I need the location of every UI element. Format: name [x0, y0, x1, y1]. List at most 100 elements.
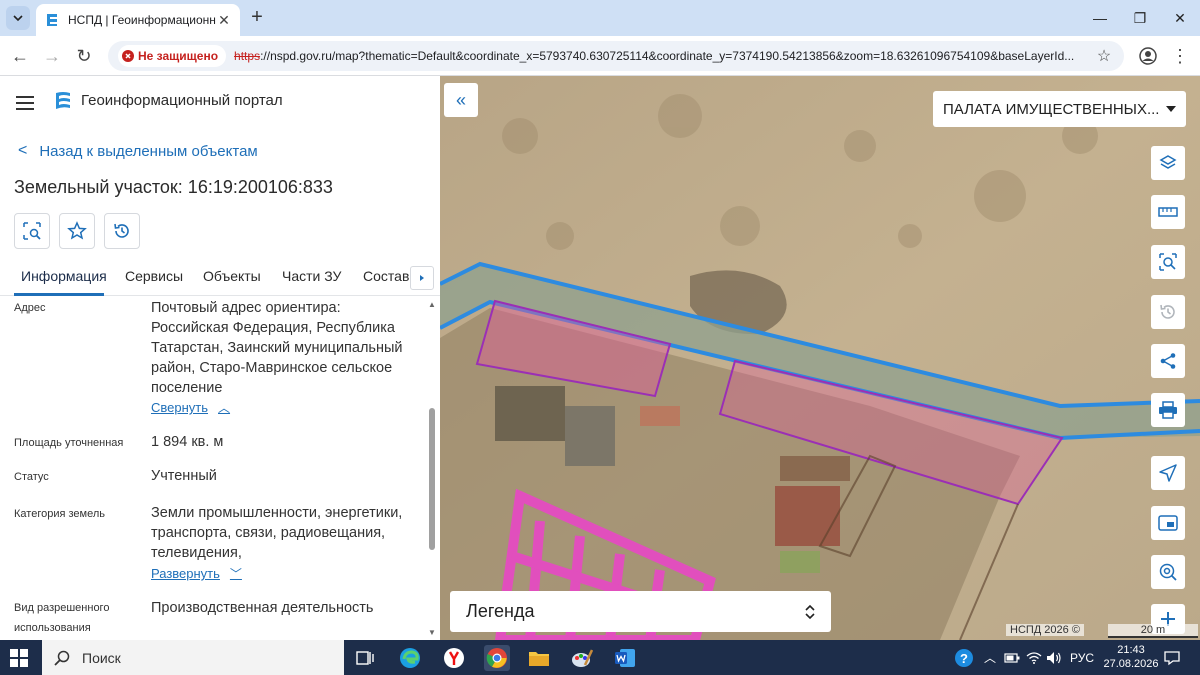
back-icon[interactable]: ←: [8, 44, 32, 68]
locate-icon: [1159, 464, 1177, 482]
status-value: Учтенный: [151, 468, 217, 484]
object-title: Земельный участок: 16:19:200106:833: [14, 177, 333, 197]
search-icon: [54, 650, 70, 666]
yandex-browser-icon[interactable]: [441, 645, 467, 671]
taskbar-search[interactable]: Поиск: [42, 640, 344, 675]
scroll-thumb[interactable]: [429, 408, 435, 550]
share-button[interactable]: [1151, 344, 1185, 378]
favorite-button[interactable]: [59, 213, 95, 249]
volume-icon[interactable]: [1046, 640, 1062, 675]
chrome-icon[interactable]: [484, 645, 510, 671]
battery-icon[interactable]: [1004, 640, 1020, 675]
task-view-icon[interactable]: [352, 645, 378, 671]
wifi-icon[interactable]: [1026, 640, 1042, 675]
zoom-to-object-button[interactable]: [14, 213, 50, 249]
edge-icon[interactable]: [397, 645, 423, 671]
collapse-panel-button[interactable]: «: [444, 83, 478, 117]
tab-title: НСПД | Геоинформационный: [68, 13, 216, 27]
browser-menu-icon[interactable]: ⋮: [1168, 44, 1192, 68]
expand-collapse-icon[interactable]: [805, 604, 815, 620]
bookmark-star-icon[interactable]: ☆: [1094, 46, 1114, 66]
insecure-badge[interactable]: Не защищено: [118, 45, 227, 67]
tray-expand-icon[interactable]: ︿: [984, 640, 996, 675]
url-protocol: https: [234, 49, 261, 63]
object-tabs: Информация Сервисы Объекты Части ЗУ Сост…: [0, 258, 440, 296]
svg-text:?: ?: [960, 651, 968, 666]
url-text: https://nspd.gov.ru/map?thematic=Default…: [234, 49, 1094, 63]
scroll-down-icon[interactable]: ▼: [428, 628, 436, 637]
map-view[interactable]: « ПАЛАТА ИМУЩЕСТВЕННЫХ... Легенда НСПД 2…: [440, 76, 1200, 640]
scroll-up-icon[interactable]: ▲: [428, 300, 436, 309]
minimize-button[interactable]: —: [1080, 0, 1120, 36]
map-history-button[interactable]: [1151, 295, 1185, 329]
expand-link-label: Развернуть: [151, 566, 220, 581]
map-attribution: НСПД 2026 ©: [1006, 624, 1084, 636]
caret-down-icon: [1166, 106, 1176, 112]
forward-icon[interactable]: →: [40, 44, 64, 68]
tab-information[interactable]: Информация: [21, 268, 107, 284]
permitted-use-value: Производственная деятельность: [151, 600, 374, 616]
word-icon[interactable]: [612, 645, 638, 671]
insecure-label: Не защищено: [138, 49, 219, 63]
portal-logo-icon: [56, 92, 70, 109]
tab-composition[interactable]: Состав: [363, 268, 409, 284]
hamburger-menu-icon[interactable]: [16, 96, 34, 110]
layer-select[interactable]: ПАЛАТА ИМУЩЕСТВЕННЫХ...: [933, 91, 1186, 127]
print-icon: [1159, 401, 1177, 419]
land-category-label: Категория земель: [14, 508, 105, 520]
chevron-down-icon: ﹀: [229, 567, 242, 581]
active-tab-indicator: [14, 293, 104, 296]
status-label: Статус: [14, 471, 49, 483]
address-value: Почтовый адрес ориентира: Российская Фед…: [151, 300, 403, 396]
warning-icon: [122, 50, 134, 62]
new-tab-button[interactable]: +: [246, 6, 268, 28]
clock-time: 21:43: [1117, 644, 1145, 656]
back-to-selected-link[interactable]: < Назад к выделенным объектам: [18, 142, 258, 160]
minimap-button[interactable]: [1151, 506, 1185, 540]
help-icon[interactable]: ?: [954, 640, 974, 675]
permitted-use-label: Вид разрешенного использования: [14, 602, 110, 634]
browser-tab[interactable]: НСПД | Геоинформационный ✕: [36, 4, 240, 36]
file-explorer-icon[interactable]: [526, 645, 552, 671]
windows-taskbar: Поиск ? ︿ РУС 21:43 27.08.2026: [0, 640, 1200, 675]
collapse-link-label: Свернуть: [151, 400, 209, 415]
clock[interactable]: 21:43 27.08.2026: [1096, 643, 1166, 671]
tab-search-button[interactable]: [6, 6, 30, 30]
collapse-link[interactable]: Свернуть ︿: [151, 399, 230, 416]
print-button[interactable]: [1151, 393, 1185, 427]
clock-date: 27.08.2026: [1103, 658, 1159, 670]
legend-title: Легенда: [466, 601, 535, 621]
close-window-button[interactable]: ✕: [1160, 0, 1200, 36]
history-button[interactable]: [104, 213, 140, 249]
tabs-scroll-right-button[interactable]: [410, 266, 434, 290]
satellite-map[interactable]: [440, 76, 1200, 640]
map-scale: 20 m: [1108, 624, 1198, 638]
tab-parcel-parts[interactable]: Части ЗУ: [282, 268, 341, 284]
chevron-up-icon: ︿: [218, 401, 231, 415]
tab-services[interactable]: Сервисы: [125, 268, 183, 284]
area-label: Площадь уточненная: [14, 437, 124, 449]
address-bar[interactable]: Не защищено https://nspd.gov.ru/map?them…: [108, 41, 1124, 71]
geolocation-button[interactable]: [1151, 456, 1185, 490]
target-zoom-button[interactable]: [1151, 555, 1185, 589]
history-icon: [1160, 304, 1175, 319]
profile-icon[interactable]: [1136, 44, 1160, 68]
info-scrollbar[interactable]: ▲ ▼: [427, 298, 437, 640]
language-indicator[interactable]: РУС: [1070, 640, 1094, 675]
tab-close-icon[interactable]: ✕: [216, 12, 232, 29]
url-path: ://nspd.gov.ru/map?thematic=Default&coor…: [260, 49, 1075, 63]
tab-objects[interactable]: Объекты: [203, 268, 261, 284]
paint-app-icon[interactable]: [569, 645, 595, 671]
measure-button[interactable]: [1151, 195, 1185, 229]
reload-icon[interactable]: ↻: [72, 44, 96, 68]
address-label: Адрес: [14, 302, 46, 314]
ruler-icon: [1158, 207, 1178, 217]
notifications-icon[interactable]: [1164, 640, 1180, 675]
layers-button[interactable]: [1151, 146, 1185, 180]
area-search-button[interactable]: [1151, 245, 1185, 279]
restore-button[interactable]: ❐: [1120, 0, 1160, 36]
minimap-icon: [1158, 515, 1178, 531]
expand-link[interactable]: Развернуть ﹀: [151, 565, 242, 582]
legend-panel[interactable]: Легенда: [450, 591, 831, 632]
windows-start-icon[interactable]: [10, 649, 28, 667]
